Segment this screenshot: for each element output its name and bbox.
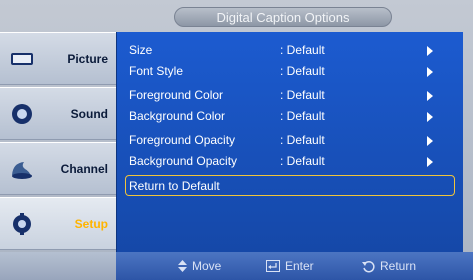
option-value: : Default <box>280 43 325 57</box>
option-font-style[interactable]: Font Style : Default <box>125 61 455 81</box>
sidebar-item-setup[interactable]: Setup <box>0 197 116 250</box>
option-value: : Default <box>280 109 325 123</box>
footer-hints: Move Enter Return <box>116 252 473 280</box>
arrow-right-icon <box>427 91 433 101</box>
return-label: Return <box>380 259 417 273</box>
return-hint: Return <box>362 259 416 273</box>
option-label: Return to Default <box>129 179 220 193</box>
option-label: Background Opacity <box>129 154 238 168</box>
option-label: Font Style <box>129 64 184 78</box>
option-label: Foreground Opacity <box>129 133 236 147</box>
option-background-opacity[interactable]: Background Opacity : Default <box>125 151 455 171</box>
arrow-right-icon <box>427 67 433 77</box>
option-value: : Default <box>280 88 325 102</box>
sidebar-item-label: Setup <box>74 216 108 231</box>
move-icon <box>178 260 187 272</box>
arrow-right-icon <box>427 46 433 56</box>
option-value: : Default <box>280 133 325 147</box>
sidebar-item-label: Picture <box>67 51 108 66</box>
option-foreground-color[interactable]: Foreground Color : Default <box>125 85 455 105</box>
sidebar-item-picture[interactable]: Picture <box>0 32 116 85</box>
option-foreground-opacity[interactable]: Foreground Opacity : Default <box>125 130 455 150</box>
options-panel: Size : Default Font Style : Default Fore… <box>116 32 463 252</box>
channel-icon <box>12 162 32 179</box>
move-hint: Move <box>178 259 221 273</box>
sound-icon <box>12 104 32 124</box>
picture-icon <box>11 53 33 65</box>
option-size[interactable]: Size : Default <box>125 40 455 60</box>
setup-icon <box>13 213 31 235</box>
arrow-right-icon <box>427 136 433 146</box>
sidebar-item-sound[interactable]: Sound <box>0 87 116 140</box>
footer-left-strip <box>0 252 116 280</box>
sidebar-item-label: Sound <box>70 106 108 121</box>
option-value: : Default <box>280 154 325 168</box>
option-label: Background Color <box>129 109 226 123</box>
enter-icon <box>266 260 280 272</box>
enter-label: Enter <box>285 259 314 273</box>
osd-frame: Digital Caption Options Picture Sound Ch… <box>0 0 473 280</box>
sidebar-item-channel[interactable]: Channel <box>0 142 116 195</box>
return-to-default-button[interactable]: Return to Default <box>125 175 455 196</box>
option-value: : Default <box>280 64 325 78</box>
enter-hint: Enter <box>266 259 314 273</box>
move-label: Move <box>192 259 222 273</box>
return-icon <box>362 260 375 272</box>
option-background-color[interactable]: Background Color : Default <box>125 106 455 126</box>
menu-title: Digital Caption Options <box>174 7 392 27</box>
sidebar-item-label: Channel <box>60 161 108 176</box>
option-label: Size <box>129 43 153 57</box>
option-label: Foreground Color <box>129 88 224 102</box>
sidebar: Picture Sound Channel Setup <box>0 32 116 252</box>
arrow-right-icon <box>427 112 433 122</box>
arrow-right-icon <box>427 157 433 167</box>
